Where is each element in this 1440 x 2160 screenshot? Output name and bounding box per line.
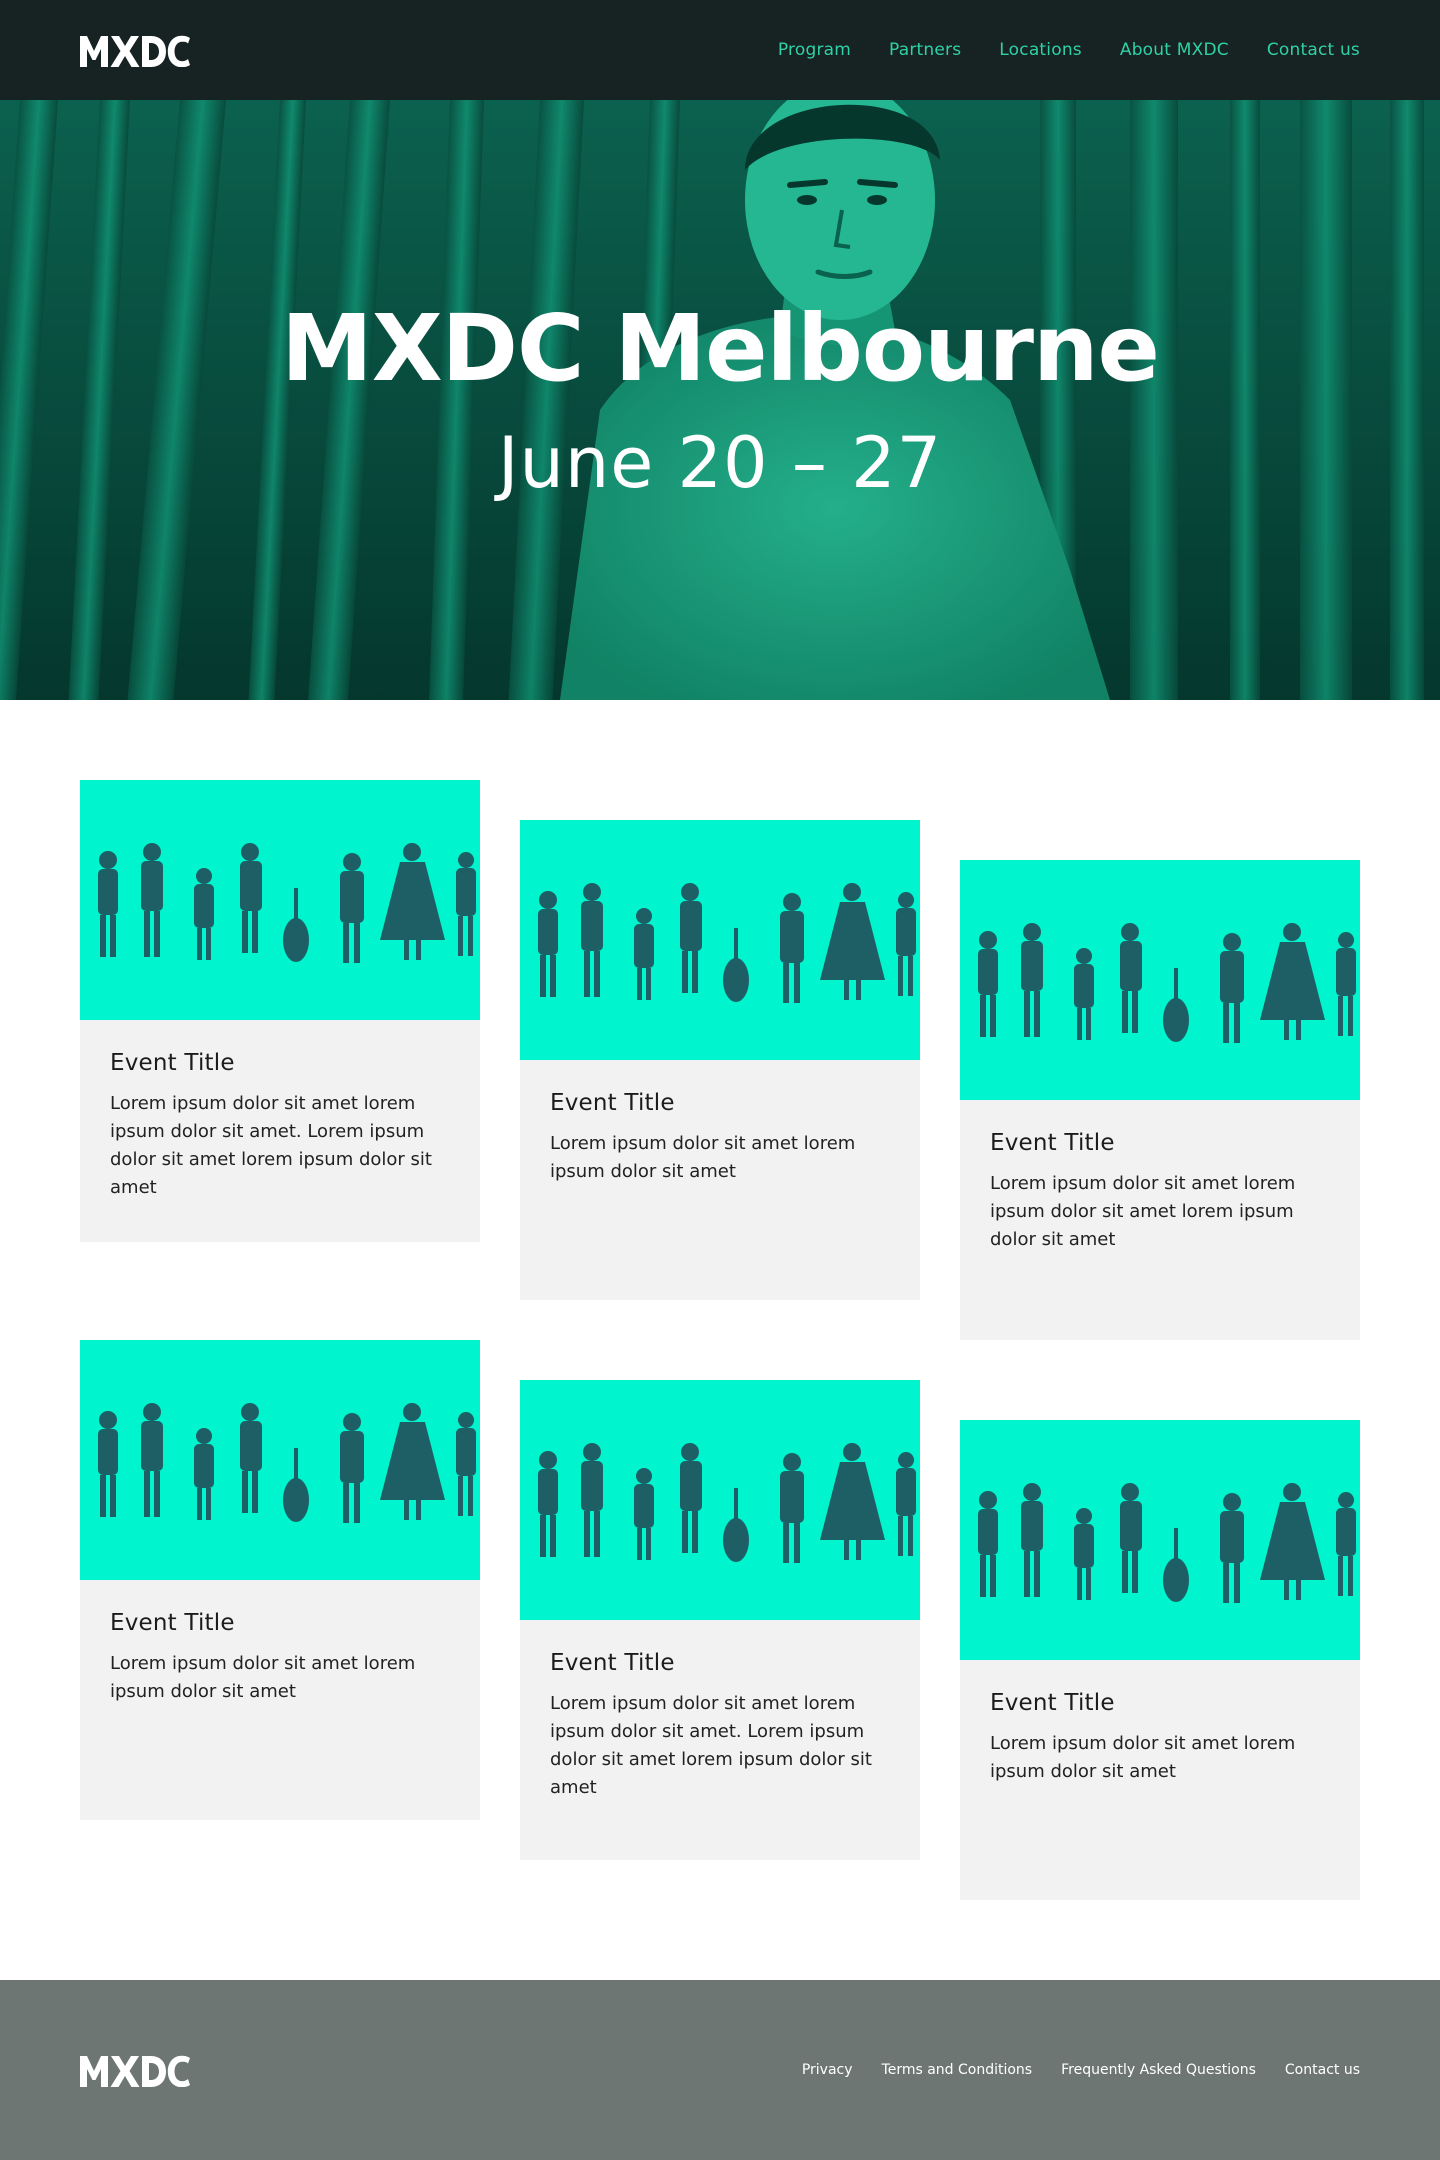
footer-nav: Privacy Terms and Conditions Frequently … — [802, 1980, 1360, 2160]
event-description: Lorem ipsum dolor sit amet lorem ipsum d… — [550, 1693, 872, 1798]
hero-date: June 20 – 27 — [497, 422, 943, 504]
event-card[interactable]: Event Title Lorem ipsum dolor sit amet l… — [520, 820, 920, 1300]
logo[interactable] — [80, 33, 190, 67]
event-description: Lorem ipsum dolor sit amet lorem ipsum d… — [550, 1133, 856, 1182]
event-image — [960, 1420, 1360, 1660]
event-title: Event Title — [550, 1090, 675, 1116]
event-image — [520, 1380, 920, 1620]
event-title: Event Title — [550, 1650, 675, 1676]
nav-contact[interactable]: Contact us — [1267, 40, 1360, 60]
event-description: Lorem ipsum dolor sit amet lorem ipsum d… — [110, 1653, 416, 1702]
event-image — [520, 820, 920, 1060]
event-description: Lorem ipsum dolor sit amet lorem ipsum d… — [990, 1173, 1296, 1250]
event-card[interactable]: Event Title Lorem ipsum dolor sit amet l… — [520, 1380, 920, 1860]
site-footer: Privacy Terms and Conditions Frequently … — [0, 1980, 1440, 2160]
event-description: Lorem ipsum dolor sit amet lorem ipsum d… — [990, 1733, 1296, 1782]
footer-logo[interactable] — [80, 2053, 190, 2091]
hero-title: MXDC Melbourne — [281, 295, 1160, 402]
nav-program[interactable]: Program — [778, 40, 851, 60]
event-image — [960, 860, 1360, 1100]
event-description: Lorem ipsum dolor sit amet lorem ipsum d… — [110, 1093, 432, 1198]
main-nav: Program Partners Locations About MXDC Co… — [778, 0, 1360, 100]
logo-mark-icon — [80, 35, 190, 67]
nav-about[interactable]: About MXDC — [1120, 40, 1229, 60]
site-header: Program Partners Locations About MXDC Co… — [0, 0, 1440, 100]
nav-partners[interactable]: Partners — [889, 40, 961, 60]
logo-mark-icon — [80, 2055, 190, 2088]
event-image — [80, 780, 480, 1020]
footer-link-terms[interactable]: Terms and Conditions — [882, 2062, 1033, 2078]
event-title: Event Title — [990, 1130, 1115, 1156]
event-card[interactable]: Event Title Lorem ipsum dolor sit amet l… — [80, 1340, 480, 1820]
footer-link-faq[interactable]: Frequently Asked Questions — [1061, 2062, 1256, 2078]
event-title: Event Title — [110, 1050, 235, 1076]
footer-link-contact[interactable]: Contact us — [1285, 2062, 1360, 2078]
event-card[interactable]: Event Title Lorem ipsum dolor sit amet l… — [80, 780, 480, 1242]
nav-locations[interactable]: Locations — [999, 40, 1082, 60]
event-card[interactable]: Event Title Lorem ipsum dolor sit amet l… — [960, 860, 1360, 1340]
hero-banner: MXDC Melbourne June 20 – 27 — [0, 100, 1440, 700]
event-title: Event Title — [990, 1690, 1115, 1716]
event-card[interactable]: Event Title Lorem ipsum dolor sit amet l… — [960, 1420, 1360, 1900]
event-image — [80, 1340, 480, 1580]
event-title: Event Title — [110, 1610, 235, 1636]
event-grid: Event Title Lorem ipsum dolor sit amet l… — [0, 700, 1440, 1980]
footer-link-privacy[interactable]: Privacy — [802, 2062, 853, 2078]
